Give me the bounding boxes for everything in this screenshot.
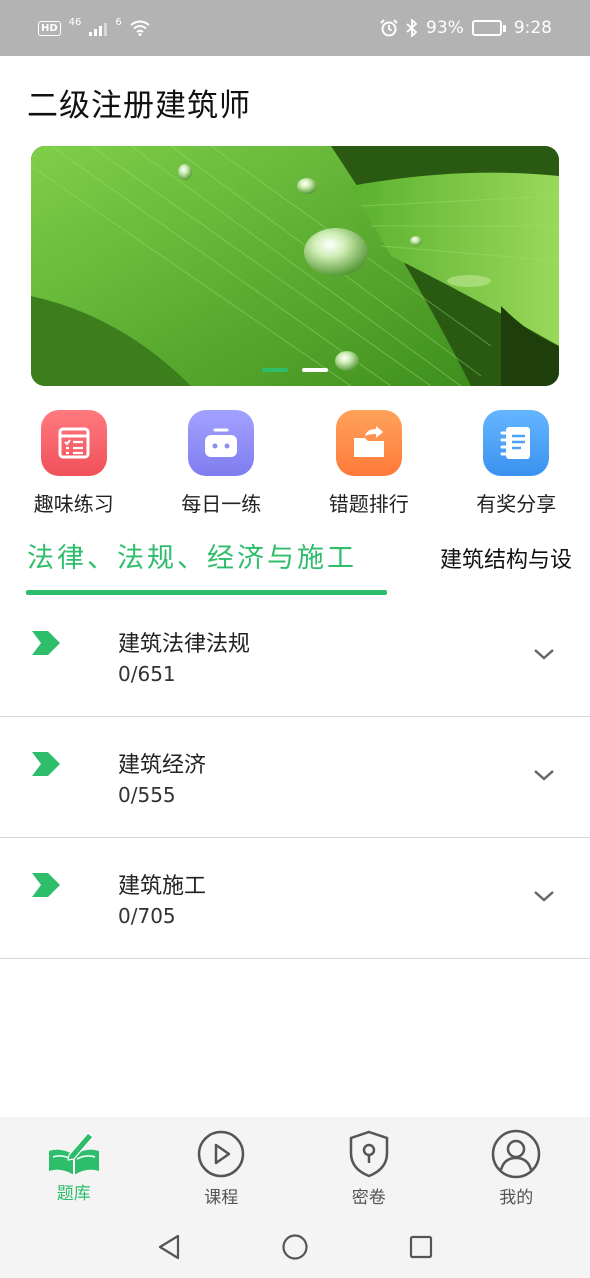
network-type: 46 bbox=[68, 16, 82, 28]
chapter-list: 建筑法律法规 0/651 建筑经济 0/555 建筑施工 0/705 bbox=[0, 596, 590, 959]
entry-wrong-ranking[interactable]: 错题排行 bbox=[295, 410, 443, 517]
chapter-name: 建筑施工 bbox=[118, 874, 207, 899]
nav-label: 题库 bbox=[56, 1184, 91, 1204]
nav-question-bank[interactable]: 题库 bbox=[0, 1117, 148, 1215]
system-navigation-bar bbox=[0, 1215, 590, 1278]
chapter-name: 建筑法律法规 bbox=[118, 632, 251, 657]
tab-active-indicator bbox=[26, 590, 387, 595]
entry-daily-practice[interactable]: 每日一练 bbox=[148, 410, 296, 517]
recents-button[interactable] bbox=[358, 1234, 484, 1260]
bottom-navigation: 题库 课程 密卷 我的 bbox=[0, 1117, 590, 1215]
home-circle-icon bbox=[282, 1233, 308, 1260]
entry-label: 有奖分享 bbox=[476, 492, 557, 516]
status-left: HD 46 6 bbox=[38, 16, 150, 36]
bluetooth-icon bbox=[406, 19, 418, 37]
list-item[interactable]: 建筑施工 0/705 bbox=[0, 838, 590, 959]
alarm-icon bbox=[380, 19, 398, 37]
tab-building-structure[interactable]: 建筑结构与设 bbox=[440, 542, 572, 574]
book-pen-icon bbox=[48, 1132, 99, 1175]
tab-law-economy-construction[interactable]: 法律、法规、经济与施工 bbox=[27, 536, 357, 575]
subject-tabs: 法律、法规、经济与施工 建筑结构与设 bbox=[0, 532, 590, 598]
chapter-name: 建筑经济 bbox=[118, 753, 207, 778]
back-triangle-icon bbox=[158, 1234, 180, 1259]
chevron-down-icon[interactable] bbox=[532, 767, 556, 783]
carousel-dot[interactable] bbox=[262, 368, 288, 372]
status-bar: HD 46 6 93% 9:28 bbox=[0, 0, 590, 56]
hd-badge: HD bbox=[38, 20, 61, 36]
quick-entries: 趣味练习 每日一练 错题排行 有奖分享 bbox=[0, 410, 590, 517]
banner-image bbox=[31, 146, 559, 386]
nav-label: 课程 bbox=[204, 1188, 239, 1208]
chevron-down-icon[interactable] bbox=[532, 646, 556, 662]
entry-reward-share[interactable]: 有奖分享 bbox=[443, 410, 590, 517]
checklist-icon bbox=[40, 410, 107, 476]
play-circle-icon bbox=[198, 1130, 245, 1178]
carousel-dot[interactable] bbox=[302, 368, 328, 372]
entry-fun-practice[interactable]: 趣味练习 bbox=[0, 410, 148, 517]
signal-icon bbox=[89, 20, 108, 36]
clock: 9:28 bbox=[513, 18, 552, 38]
nav-secret-papers[interactable]: 密卷 bbox=[295, 1117, 443, 1215]
back-button[interactable] bbox=[106, 1233, 232, 1261]
list-item[interactable]: 建筑经济 0/555 bbox=[0, 717, 590, 838]
notebook-icon bbox=[483, 410, 550, 476]
carousel-indicator bbox=[31, 368, 559, 372]
status-right: 93% 9:28 bbox=[380, 18, 552, 38]
recents-square-icon bbox=[409, 1235, 433, 1258]
robot-icon bbox=[188, 410, 255, 476]
page-title: 二级注册建筑师 bbox=[27, 88, 251, 124]
chapter-progress: 0/705 bbox=[118, 904, 176, 928]
user-circle-icon bbox=[492, 1129, 541, 1179]
app-screen: HD 46 6 93% 9:28 二级注册建筑师 趣味练习 每日一练 错题排行 … bbox=[0, 0, 590, 1278]
arrow-tag-icon bbox=[32, 752, 60, 776]
wifi-badge: 6 bbox=[115, 16, 122, 28]
entry-label: 错题排行 bbox=[328, 492, 409, 516]
home-button[interactable] bbox=[232, 1233, 358, 1261]
entry-label: 每日一练 bbox=[181, 492, 262, 516]
chapter-progress: 0/651 bbox=[118, 662, 176, 686]
nav-label: 密卷 bbox=[351, 1188, 386, 1208]
chevron-down-icon[interactable] bbox=[532, 888, 556, 904]
nav-profile[interactable]: 我的 bbox=[443, 1117, 590, 1215]
list-item[interactable]: 建筑法律法规 0/651 bbox=[0, 596, 590, 717]
arrow-tag-icon bbox=[32, 631, 60, 655]
banner-carousel[interactable] bbox=[31, 146, 559, 386]
chapter-progress: 0/555 bbox=[118, 783, 176, 807]
nav-courses[interactable]: 课程 bbox=[148, 1117, 296, 1215]
folder-share-icon bbox=[335, 410, 402, 476]
wifi-icon bbox=[130, 20, 150, 36]
nav-label: 我的 bbox=[499, 1188, 534, 1208]
arrow-tag-icon bbox=[32, 873, 60, 897]
battery-percent: 93% bbox=[426, 18, 464, 38]
battery-icon bbox=[471, 20, 506, 36]
entry-label: 趣味练习 bbox=[33, 492, 114, 516]
shield-lock-icon bbox=[349, 1130, 388, 1178]
